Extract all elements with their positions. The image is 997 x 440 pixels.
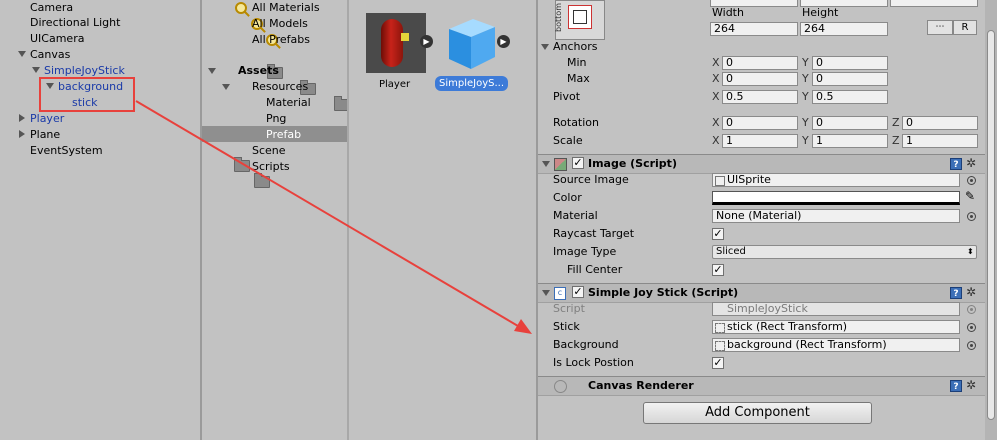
annotation-arrow bbox=[135, 100, 532, 334]
